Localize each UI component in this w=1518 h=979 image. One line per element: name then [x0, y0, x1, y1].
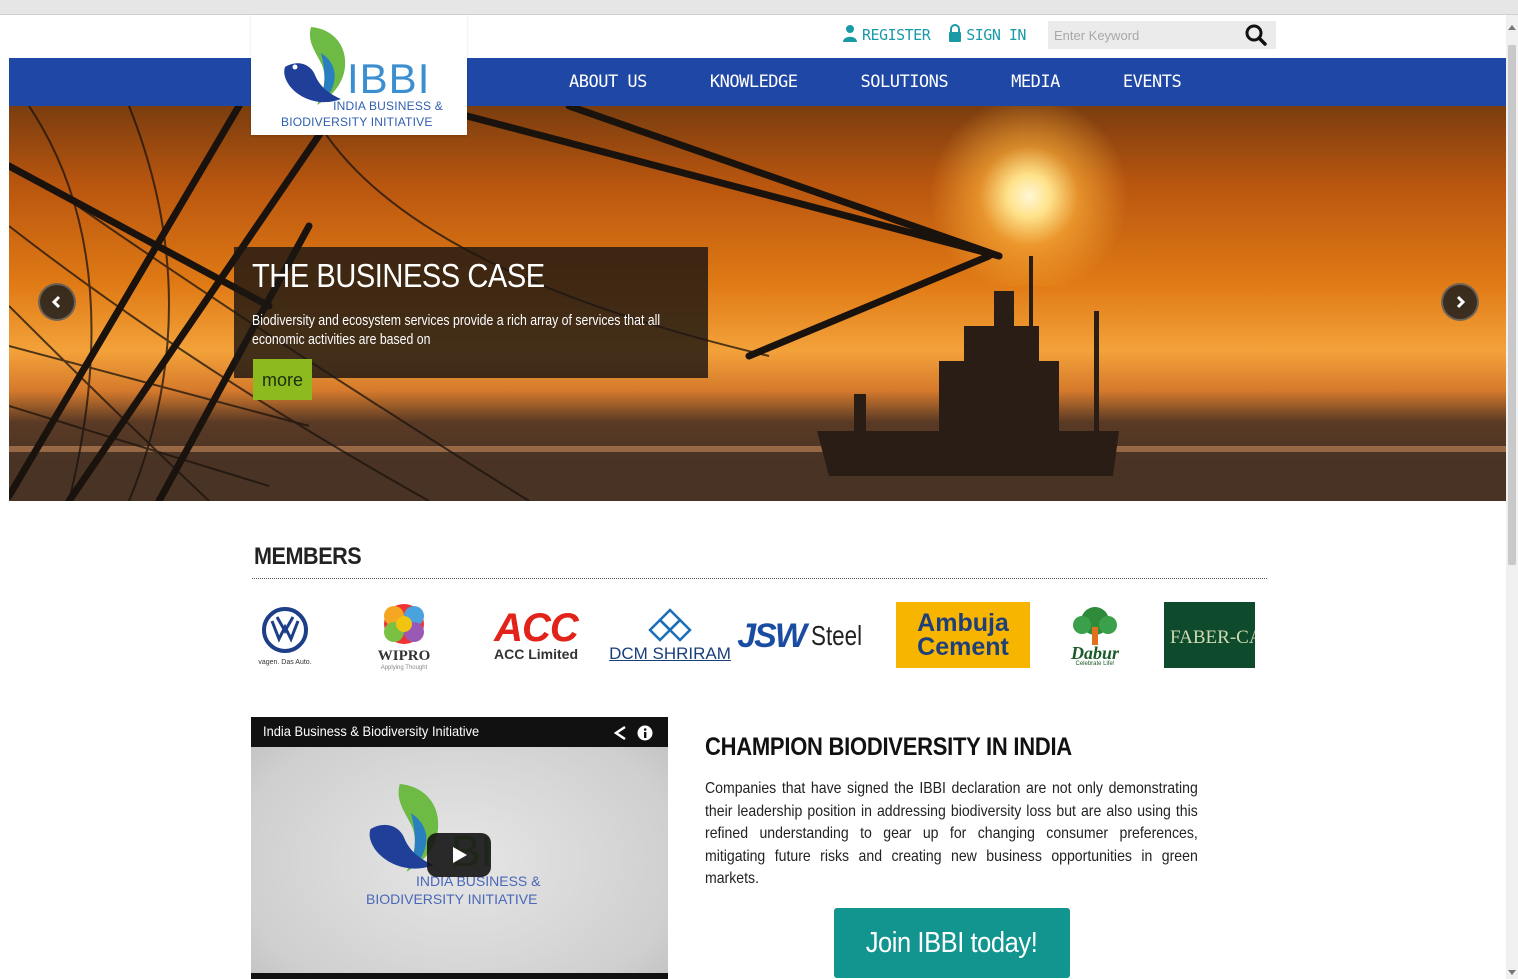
nav-solutions[interactable]: SOLUTIONS	[861, 72, 949, 92]
chevron-right-icon	[1456, 295, 1466, 309]
member-logo-dabur[interactable]: Dabur Celebrate Life!	[1058, 596, 1132, 676]
main-navbar: ABOUT US KNOWLEDGE SOLUTIONS MEDIA EVENT…	[9, 58, 1506, 106]
members-logo-strip: vagen. Das Auto. WIPRO Applying Thought …	[250, 596, 1256, 676]
nav-about-us[interactable]: ABOUT US	[569, 72, 647, 92]
scroll-down-arrow-icon[interactable]	[1508, 970, 1516, 975]
join-ibbi-label: Join IBBI today!	[866, 926, 1038, 959]
member-logo-jsw-steel[interactable]: JSW Steel	[737, 596, 870, 676]
ambuja-cement-label: Cement	[917, 633, 1009, 661]
carousel-next-button[interactable]	[1441, 283, 1479, 321]
register-label: REGISTER	[862, 26, 931, 44]
share-icon[interactable]	[613, 725, 629, 741]
hero-carousel: THE BUSINESS CASE Biodiversity and ecosy…	[9, 106, 1506, 501]
browser-top-strip	[0, 0, 1518, 15]
member-logo-dcm-shriram[interactable]: DCM SHRIRAM	[602, 596, 738, 676]
user-icon	[842, 24, 858, 46]
chevron-left-icon	[51, 295, 61, 309]
members-heading: MEMBERS	[254, 543, 362, 570]
video-title: India Business & Biodiversity Initiative	[263, 723, 480, 739]
play-icon	[453, 847, 467, 863]
members-divider	[252, 578, 1267, 579]
play-button[interactable]	[427, 833, 491, 877]
jsw-steel-label: Steel	[810, 620, 862, 651]
lock-icon	[948, 24, 962, 46]
search-icon	[1245, 24, 1267, 46]
main-nav: ABOUT US KNOWLEDGE SOLUTIONS MEDIA EVENT…	[569, 58, 1182, 106]
member-logo-acc[interactable]: ACC ACC Limited	[476, 596, 596, 676]
member-logo-faber-castell[interactable]: FABER-CAS	[1164, 602, 1255, 668]
volkswagen-tagline: vagen. Das Auto.	[258, 658, 312, 666]
faber-castell-wordmark: FABER-CAS	[1170, 627, 1255, 648]
ibbi-logo[interactable]: IBBI INDIA BUSINESS & BIODIVERSITY INITI…	[251, 15, 467, 135]
nav-knowledge[interactable]: KNOWLEDGE	[710, 72, 798, 92]
video-control-bar	[251, 973, 668, 979]
search-input[interactable]	[1047, 26, 1241, 44]
scroll-up-arrow-icon[interactable]	[1508, 25, 1516, 30]
nav-media[interactable]: MEDIA	[1011, 72, 1060, 92]
carousel-prev-button[interactable]	[38, 283, 76, 321]
wipro-flower-icon	[384, 603, 424, 644]
join-ibbi-button[interactable]: Join IBBI today!	[834, 908, 1070, 978]
video-logo-line-2: BIODIVERSITY INITIATIVE	[366, 891, 538, 907]
nav-events[interactable]: EVENTS	[1123, 72, 1182, 92]
scrollbar-thumb[interactable]	[1508, 45, 1516, 565]
logo-wordmark: IBBI	[347, 55, 431, 102]
info-icon[interactable]	[637, 725, 653, 741]
wipro-wordmark: WIPRO	[377, 647, 431, 664]
champion-text: Companies that have signed the IBBI decl…	[705, 780, 1198, 887]
dabur-wordmark: Dabur	[1070, 643, 1119, 663]
member-logo-volkswagen[interactable]: vagen. Das Auto.	[250, 596, 320, 676]
search-box	[1047, 21, 1276, 49]
hero-more-button[interactable]: more	[253, 359, 312, 400]
member-logo-ambuja-cement[interactable]: Ambuja Cement	[896, 602, 1030, 668]
member-logo-wipro[interactable]: WIPRO Applying Thought	[368, 596, 440, 676]
dabur-tree-icon	[1073, 607, 1117, 645]
ambuja-wordmark: Ambuja	[917, 609, 1009, 637]
site-header: ABOUT US KNOWLEDGE SOLUTIONS MEDIA EVENT…	[9, 15, 1506, 135]
volkswagen-logo-icon	[262, 606, 308, 653]
dcm-wordmark: DCM SHRIRAM	[609, 644, 731, 663]
wipro-tagline: Applying Thought	[380, 664, 428, 671]
signin-link[interactable]: SIGN IN	[948, 24, 1026, 46]
logo-tagline-2: BIODIVERSITY INITIATIVE	[281, 115, 433, 129]
acc-subtitle: ACC Limited	[494, 646, 578, 662]
dabur-tagline: Celebrate Life!	[1075, 661, 1115, 667]
hero-title: THE BUSINESS CASE	[252, 257, 545, 294]
champion-heading: CHAMPION BIODIVERSITY IN INDIA	[705, 733, 1072, 761]
dcm-diamond-icon	[648, 608, 692, 642]
search-button[interactable]	[1241, 21, 1271, 49]
page-scrollbar[interactable]	[1506, 15, 1518, 979]
signin-label: SIGN IN	[966, 26, 1026, 44]
video-player[interactable]: India Business & Biodiversity Initiative…	[251, 717, 668, 979]
register-link[interactable]: REGISTER	[842, 24, 931, 46]
logo-tagline-1: INDIA BUSINESS &	[333, 99, 443, 113]
video-title-bar: India Business & Biodiversity Initiative	[251, 717, 668, 747]
hero-text: Biodiversity and ecosystem services prov…	[252, 312, 661, 348]
acc-wordmark: ACC	[494, 606, 579, 650]
jsw-wordmark: JSW	[737, 616, 807, 655]
utility-bar: REGISTER SIGN IN	[842, 20, 1276, 50]
